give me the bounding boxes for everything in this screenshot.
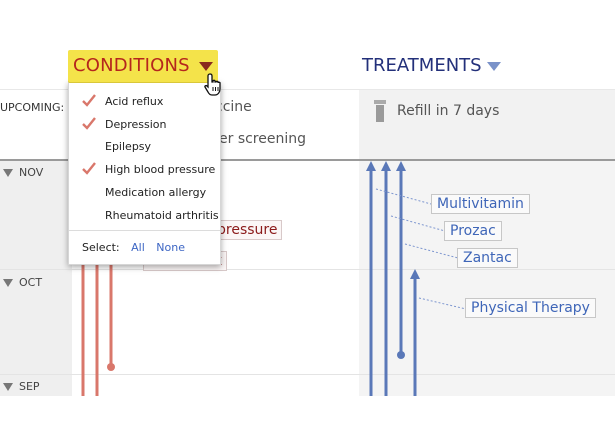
treatment-label-physical-therapy[interactable]: Physical Therapy [465, 298, 596, 318]
conditions-header-label: CONDITIONS [73, 55, 190, 76]
dropdown-select-row: Select: All None [82, 241, 185, 254]
treatment-arrow [366, 161, 376, 171]
dropdown-item-rheumatoid-arthritis[interactable]: Rheumatoid arthritis [69, 204, 220, 226]
conditions-dropdown-menu: Acid reflux Depression Epilepsy High blo… [68, 82, 221, 265]
treatment-label-prozac[interactable]: Prozac [444, 221, 502, 241]
check-icon [82, 94, 96, 107]
select-none-link[interactable]: None [156, 241, 185, 254]
select-label: Select: [82, 241, 120, 254]
pointer-hand-icon [204, 73, 221, 96]
condition-label-high-blood-pressure[interactable]: pressure [212, 220, 283, 240]
select-all-link[interactable]: All [131, 241, 145, 254]
check-icon [82, 162, 96, 175]
dropdown-item-depression[interactable]: Depression [69, 113, 220, 135]
dropdown-item-high-blood-pressure[interactable]: High blood pressure [69, 158, 220, 180]
treatment-arrow [396, 161, 406, 171]
dropdown-separator [69, 230, 220, 231]
treatment-lines [366, 161, 420, 396]
treatment-arrow [381, 161, 391, 171]
treatment-label-multivitamin[interactable]: Multivitamin [431, 194, 530, 214]
conditions-header-button[interactable]: CONDITIONS [68, 50, 218, 82]
treatment-arrow [410, 269, 420, 279]
dropdown-item-acid-reflux[interactable]: Acid reflux [69, 90, 220, 112]
dropdown-item-medication-allergy[interactable]: Medication allergy [69, 181, 220, 203]
chevron-down-icon [199, 62, 213, 71]
treatment-label-zantac[interactable]: Zantac [457, 248, 518, 268]
dropdown-item-epilepsy[interactable]: Epilepsy [69, 135, 220, 157]
check-icon [82, 117, 96, 130]
condition-end-dot [107, 363, 115, 371]
treatment-end-dot [397, 351, 405, 359]
